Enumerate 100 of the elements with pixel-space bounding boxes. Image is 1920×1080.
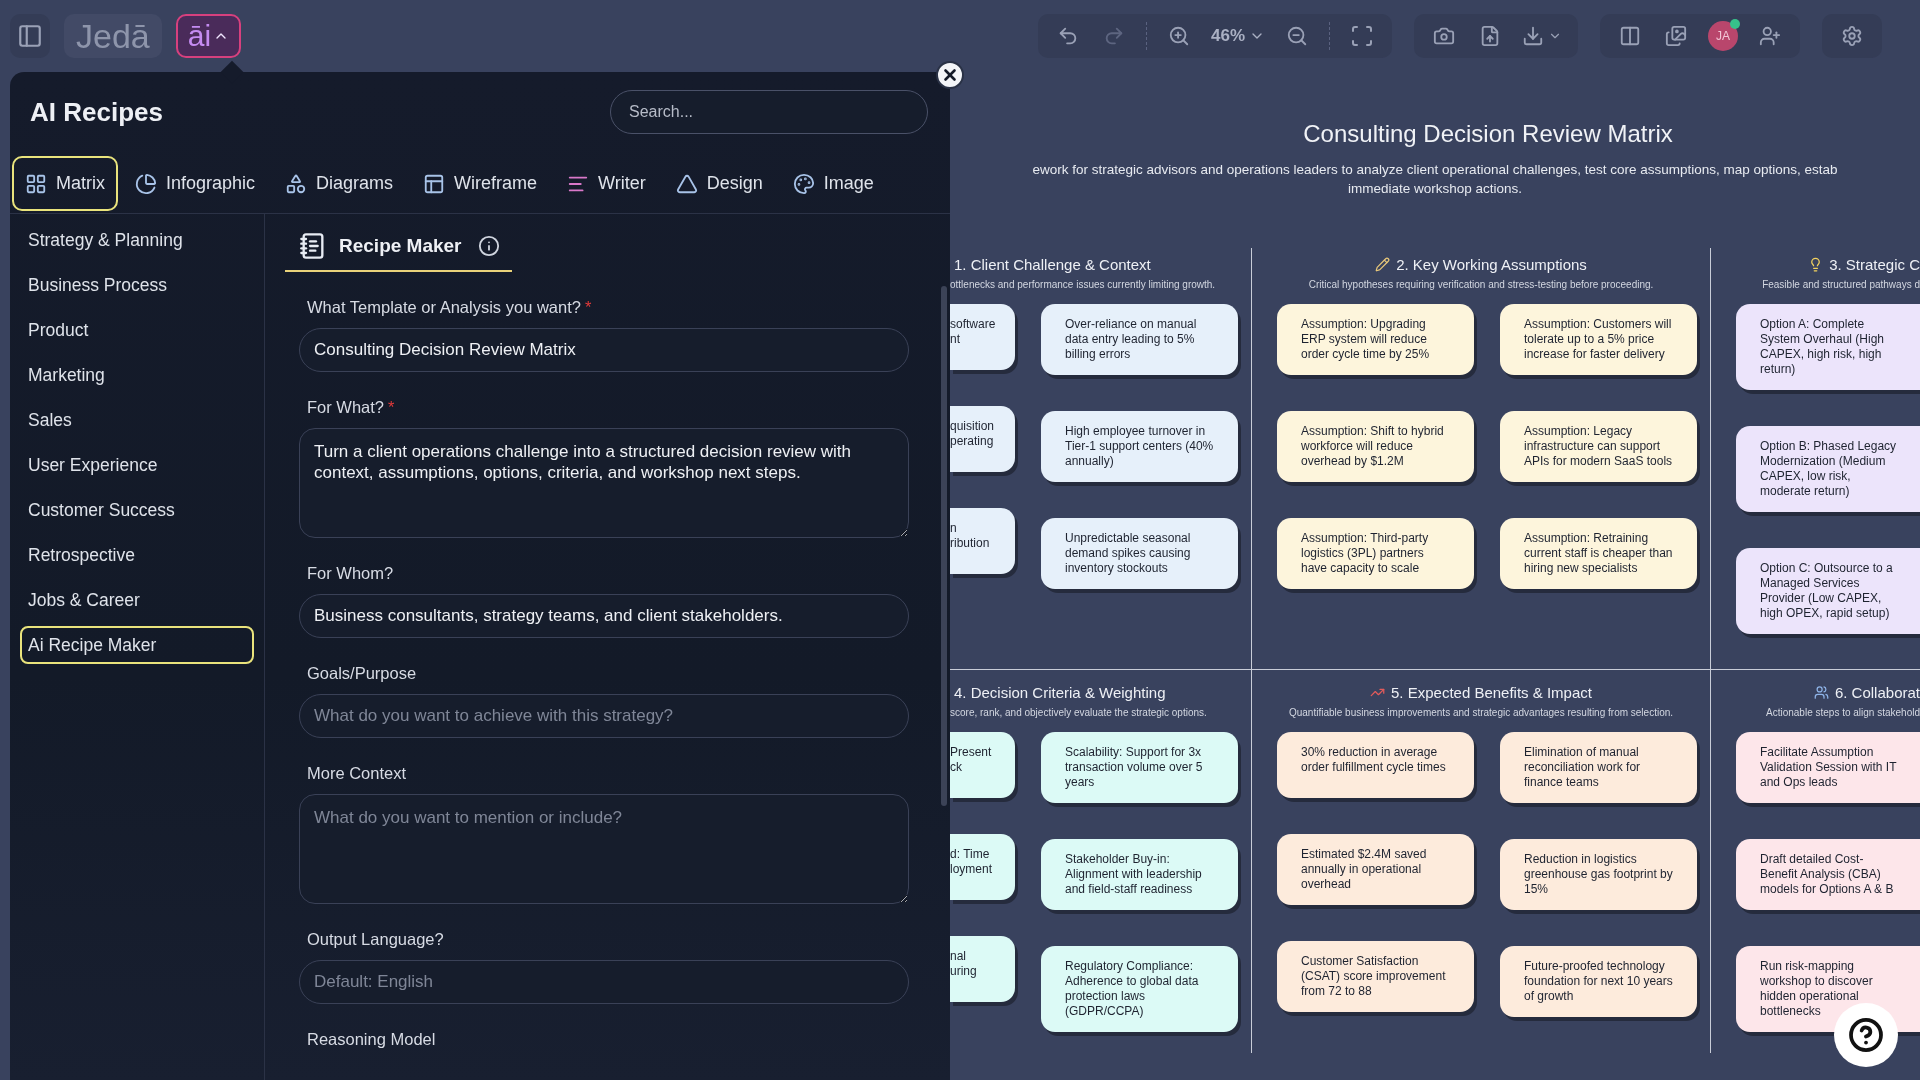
sidebar-item[interactable]: Sales xyxy=(20,401,254,439)
sticky-note: Option C: Outsource to a Managed Services Provider (Low CAPEX, high OPEX, rapid setup) xyxy=(1736,548,1920,634)
section-description: Feasible and structured pathways d xyxy=(1762,279,1920,290)
close-button[interactable] xyxy=(936,61,964,89)
notebook-icon xyxy=(299,232,327,260)
sticky-note: Future-proofed technology foundation for next 10 years of growth xyxy=(1500,946,1697,1017)
sticky-note: Reduction in logistics greenhouse gas footprint by 15% xyxy=(1500,839,1697,910)
sidebar-item[interactable]: Jobs & Career xyxy=(20,581,254,619)
sticky-note: Draft detailed Cost-Benefit Analysis (CBA) models for Options A & B xyxy=(1736,839,1920,910)
sticky-note: Assumption: Upgrading ERP system will reduce order cycle time by 25% xyxy=(1277,304,1474,375)
input-field[interactable]: Consulting Decision Review Matrix xyxy=(299,328,909,372)
section-description: ottlenecks and performance issues currently limiting growth. xyxy=(950,279,1216,290)
sticky-note: Unpredictable seasonal demand spikes causing inventory stockouts xyxy=(1041,518,1238,589)
sticky-note: software nt xyxy=(950,304,1015,370)
input-field[interactable]: What do you want to mention or include? xyxy=(299,794,909,904)
required-mark: * xyxy=(584,298,592,316)
sticky-note: Scalability: Support for 3x transaction volume over 5 years xyxy=(1041,732,1238,803)
category-tab[interactable]: Design xyxy=(662,156,776,211)
sticky-note: Option B: Phased Legacy Modernization (Medium CAPEX, low risk, moderate return) xyxy=(1736,426,1920,512)
matrix-description: ework for strategic advisors and operations leaders to analyze client operational challenges, test core assumptions, map options, estab immediate workshop actions. xyxy=(1031,161,1839,198)
field-label: More Context xyxy=(307,764,407,782)
field-label: Goals/Purpose xyxy=(307,664,417,682)
close-icon xyxy=(941,66,959,84)
sticky-note: Customer Satisfaction (CSAT) score improvement from 72 to 88 xyxy=(1277,941,1474,1012)
sidebar-item[interactable]: User Experience xyxy=(20,446,254,484)
section-heading: 4. Decision Criteria & Weighting xyxy=(954,684,1166,701)
sidebar-item[interactable]: Ai Recipe Maker xyxy=(20,626,254,664)
required-mark: * xyxy=(388,398,395,416)
category-tab[interactable]: Image xyxy=(779,156,887,211)
pencil-icon xyxy=(1375,257,1391,272)
section-heading: 5. Expected Benefits & Impact xyxy=(1391,684,1592,701)
columns-icon xyxy=(1619,25,1641,47)
field-label: Reasoning Model xyxy=(307,1030,436,1048)
category-tab[interactable]: Infographic xyxy=(122,156,269,211)
sticky-note: Assumption: Third-party logistics (3PL) partners have capacity to scale xyxy=(1277,518,1474,589)
sidebar-icon xyxy=(17,23,43,49)
category-tab[interactable]: Diagrams xyxy=(272,156,407,211)
online-dot xyxy=(1730,19,1740,29)
search-field[interactable]: Search... xyxy=(610,90,928,134)
input-field[interactable]: Business consultants, strategy teams, and client stakeholders. xyxy=(299,594,909,638)
input-field[interactable]: What do you want to achieve with this strategy? xyxy=(299,694,909,738)
zoom-dropdown[interactable]: 46% xyxy=(1204,14,1271,58)
sticky-note: d: Time loyment xyxy=(950,834,1015,900)
input-field[interactable]: Turn a client operations challenge into a structured decision review with context, assumptions, options, criteria, and workshop next steps. xyxy=(299,428,909,538)
sidebar-item[interactable]: Marketing xyxy=(20,356,254,394)
sticky-note: Assumption: Customers will tolerate up to a 5% price increase for faster delivery xyxy=(1500,304,1697,375)
logo: Jedā xyxy=(64,14,162,58)
sidebar-item[interactable]: Retrospective xyxy=(20,536,254,574)
ai-button[interactable]: āi xyxy=(175,14,242,58)
download-icon xyxy=(1522,25,1544,47)
section-description: score, rank, and objectively evaluate the strategic options. xyxy=(950,707,1207,718)
zoom-in-icon xyxy=(1167,25,1190,47)
settings-icon xyxy=(1841,25,1863,47)
sticky-note: Estimated $2.4M saved annually in operational overhead xyxy=(1277,834,1474,905)
help-icon xyxy=(1848,1017,1884,1053)
section-heading: 3. Strategic C xyxy=(1829,256,1920,273)
sticky-note: n ribution xyxy=(950,508,1015,574)
recipe-maker-tab[interactable]: Recipe Maker xyxy=(285,228,512,272)
sticky-note: Stakeholder Buy-in: Alignment with leadership and field-staff readiness xyxy=(1041,839,1238,910)
sticky-note: Regulatory Compliance: Adherence to global data protection laws (GDPR/CCPA) xyxy=(1041,946,1238,1032)
category-tab[interactable]: Wireframe xyxy=(410,156,551,211)
matrix-title: Consulting Decision Review Matrix xyxy=(1302,119,1674,148)
info-icon[interactable] xyxy=(477,235,500,257)
people-icon xyxy=(1813,685,1829,700)
section-heading: 1. Client Challenge & Context xyxy=(954,256,1151,273)
palette-icon xyxy=(792,172,815,195)
sidebar-item[interactable]: Customer Success xyxy=(20,491,254,529)
sticky-note: Assumption: Legacy infrastructure can support APIs for modern SaaS tools xyxy=(1500,411,1697,482)
layout-icon xyxy=(423,172,446,195)
sticky-note: Facilitate Assumption Validation Session with IT and Ops leads xyxy=(1736,732,1920,803)
zoom-out-icon xyxy=(1286,25,1308,47)
category-tab[interactable]: Matrix xyxy=(12,156,118,211)
sticky-note: Elimination of manual reconciliation work for finance teams xyxy=(1500,732,1697,803)
category-tab[interactable]: Writer xyxy=(554,156,659,211)
fullscreen-icon xyxy=(1350,24,1374,48)
grid-icon xyxy=(25,172,47,195)
section-heading: 6. Collaborat xyxy=(1834,684,1920,701)
field-label: What Template or Analysis you want? xyxy=(307,298,581,316)
scrollbar[interactable] xyxy=(941,286,947,806)
camera-icon xyxy=(1433,25,1455,47)
sticky-note: Assumption: Retraining current staff is cheaper than hiring new specialists xyxy=(1500,518,1697,589)
section-description: Quantifiable business improvements and strategic advantages resulting from selection. xyxy=(1288,707,1674,718)
section-description: Critical hypotheses requiring verification and stress-testing before proceeding. xyxy=(1308,279,1654,290)
sidebar-item[interactable]: Business Process xyxy=(20,266,254,304)
shapes-icon xyxy=(285,172,308,195)
sidebar-item[interactable]: Strategy & Planning xyxy=(20,221,254,259)
sidebar-toggle-button[interactable] xyxy=(10,14,50,58)
field-label: Output Language? xyxy=(307,930,444,948)
pie-chart-icon xyxy=(135,172,157,195)
sticky-note: High employee turnover in Tier-1 support centers (40% annually) xyxy=(1041,411,1238,482)
section-description: Actionable steps to align stakehold xyxy=(1766,707,1920,718)
sticky-note: nal uring xyxy=(950,936,1015,1002)
input-field[interactable]: Default: English xyxy=(299,960,909,1004)
images-icon xyxy=(1665,25,1687,47)
sidebar-item[interactable]: Product xyxy=(20,311,254,349)
field-label: For Whom? xyxy=(307,564,394,582)
sticky-note: quisition perating xyxy=(950,406,1015,472)
field-label: For What? xyxy=(307,398,385,416)
add-user-icon xyxy=(1759,25,1781,47)
upload-icon xyxy=(1479,25,1501,47)
